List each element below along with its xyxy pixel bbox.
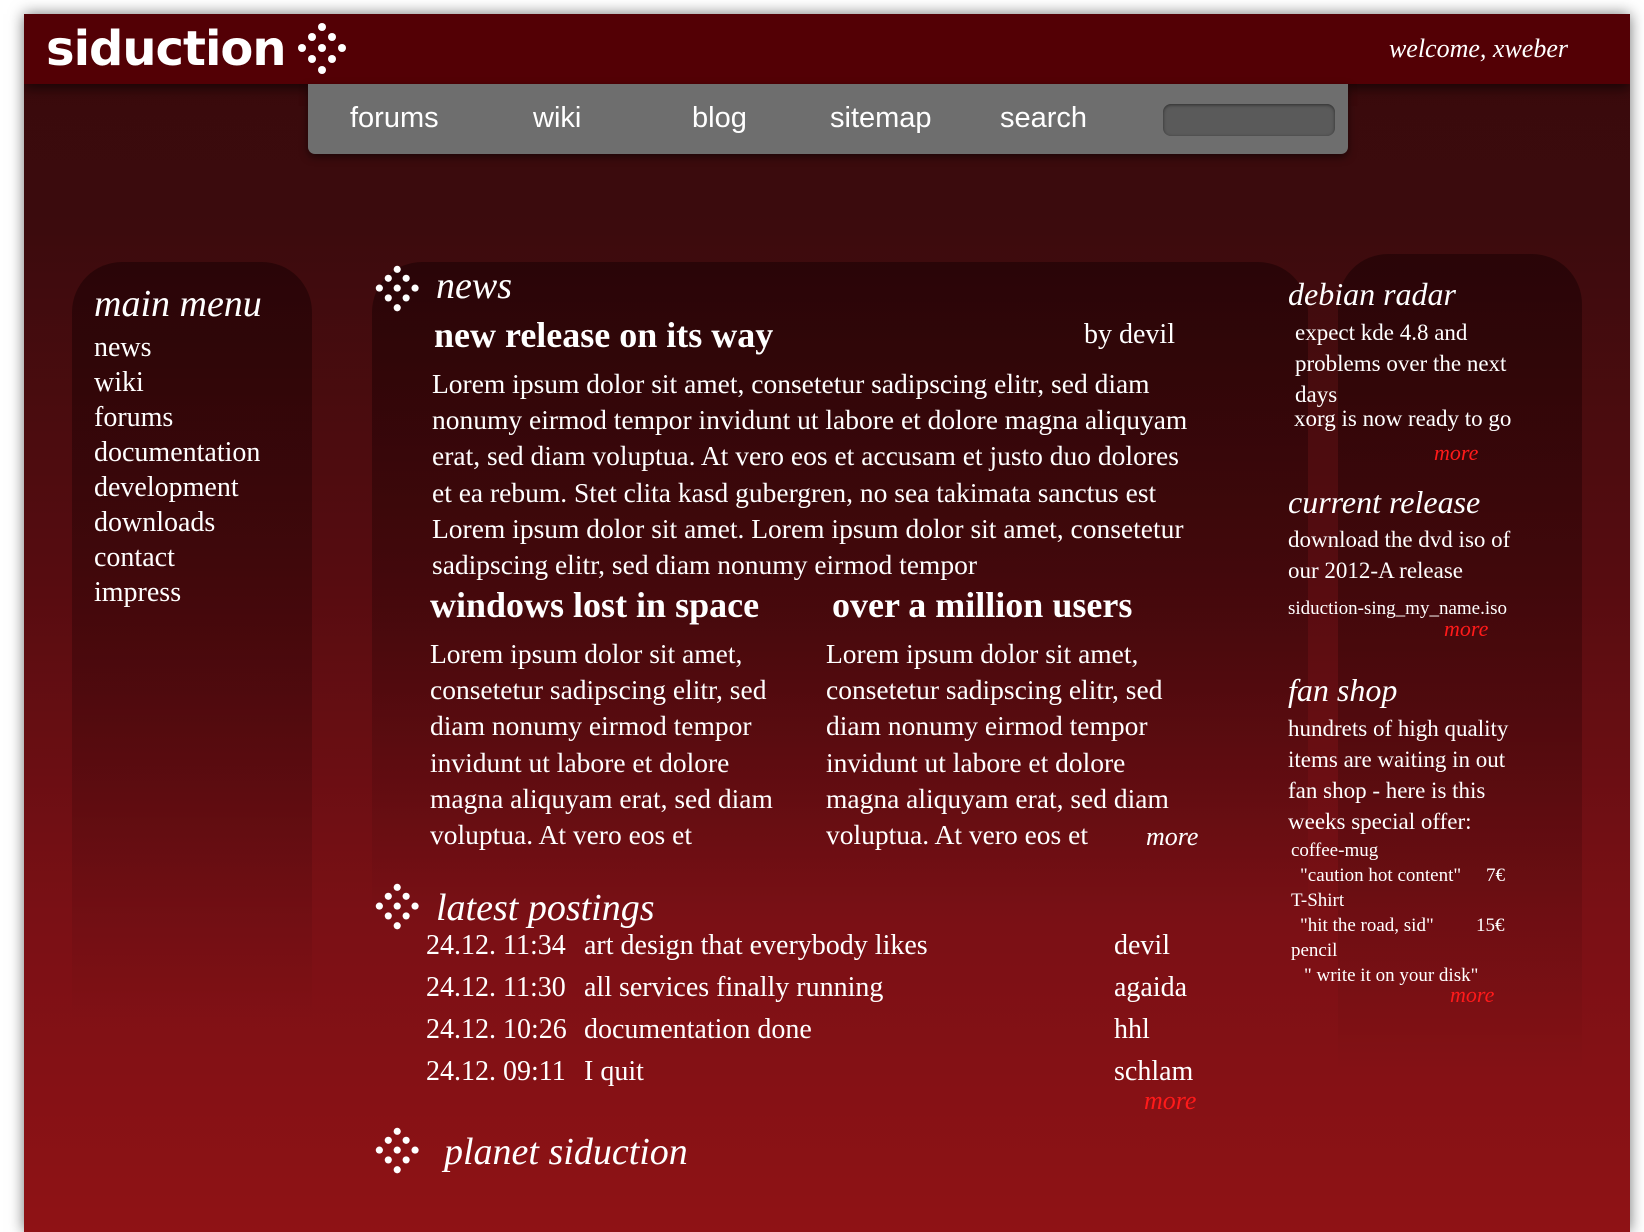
postings-more-link[interactable]: more [1144, 1086, 1196, 1116]
shop-item-price: 7€ [1486, 865, 1505, 886]
shop-item-name[interactable]: T-Shirt [1291, 890, 1344, 912]
shop-title: fan shop [1288, 672, 1398, 708]
main-menu-title: main menu [94, 283, 262, 325]
posting-subject[interactable]: art design that everybody likes [584, 930, 928, 962]
posting-author[interactable]: devil [1114, 930, 1170, 962]
news-col2-body: Lorem ipsum dolor sit amet, consetetur s… [826, 638, 1169, 851]
shop-item-name[interactable]: pencil [1291, 940, 1337, 962]
planet-title: planet siduction [444, 1131, 688, 1173]
radar-more-link[interactable]: more [1434, 440, 1478, 466]
shop-item-price: 15€ [1476, 915, 1505, 936]
menu-item-documentation[interactable]: documentation [94, 437, 260, 469]
release-more-link[interactable]: more [1444, 616, 1488, 642]
nav-search[interactable]: search [1000, 102, 1087, 135]
posting-time: 24.12. 11:30 [426, 972, 566, 1003]
radar-title: debian radar [1288, 276, 1456, 312]
news-title: news [436, 265, 512, 307]
menu-item-downloads[interactable]: downloads [94, 507, 215, 539]
radar-item: expect kde 4.8 and problems over the nex… [1295, 320, 1507, 407]
news-dots-icon [375, 265, 419, 312]
search-input[interactable] [1163, 104, 1335, 136]
news-col1-body: Lorem ipsum dolor sit amet, consetetur s… [430, 638, 773, 851]
shop-more-link[interactable]: more [1450, 982, 1494, 1008]
menu-item-wiki[interactable]: wiki [94, 367, 144, 399]
news-more-link[interactable]: more [1146, 822, 1198, 852]
planet-dots-icon [375, 1127, 419, 1174]
menu-item-contact[interactable]: contact [94, 542, 175, 574]
posting-subject[interactable]: documentation done [584, 1014, 812, 1046]
logo-text: siduction [46, 21, 287, 77]
posting-time: 24.12. 11:34 [426, 930, 566, 961]
release-text: download the dvd iso of our 2012-A relea… [1288, 527, 1511, 583]
nav-forums[interactable]: forums [350, 102, 439, 135]
page: siduction welcome, xweber forums wiki bl… [24, 14, 1630, 1232]
postings-dots-icon [375, 883, 419, 930]
site-logo[interactable]: siduction [46, 14, 352, 84]
posting-author[interactable]: hhl [1114, 1014, 1150, 1046]
posting-author[interactable]: agaida [1114, 972, 1187, 1004]
radar-item: xorg is now ready to go [1294, 406, 1512, 431]
posting-time: 24.12. 10:26 [426, 1014, 567, 1045]
nav-blog[interactable]: blog [692, 102, 747, 135]
news-col1-headline[interactable]: windows lost in space [430, 584, 759, 626]
posting-time: 24.12. 09:11 [426, 1056, 566, 1087]
release-title: current release [1288, 484, 1481, 520]
posting-subject[interactable]: I quit [584, 1056, 644, 1088]
menu-item-news[interactable]: news [94, 332, 152, 364]
news-headline[interactable]: new release on its way [434, 314, 773, 356]
news-body: Lorem ipsum dolor sit amet, consetetur s… [432, 368, 1188, 581]
header-bar: siduction welcome, xweber [24, 14, 1630, 84]
menu-item-impress[interactable]: impress [94, 577, 181, 609]
nav-wiki[interactable]: wiki [533, 102, 581, 135]
menu-item-forums[interactable]: forums [94, 402, 173, 434]
news-col2-headline[interactable]: over a million users [832, 584, 1132, 626]
welcome-text: welcome, xweber [1388, 34, 1568, 63]
menu-item-development[interactable]: development [94, 472, 239, 504]
shop-item-desc: "hit the road, sid" [1300, 915, 1434, 936]
news-byline: by devil [1084, 319, 1175, 350]
posting-subject[interactable]: all services finally running [584, 972, 883, 1004]
nav-sitemap[interactable]: sitemap [830, 102, 932, 135]
logo-dots-icon [297, 23, 346, 74]
shop-item-name[interactable]: coffee-mug [1291, 840, 1378, 862]
postings-title: latest postings [436, 887, 655, 929]
nav-bar: forums wiki blog sitemap search [308, 84, 1348, 154]
shop-item-desc: "caution hot content" [1300, 865, 1462, 886]
posting-author[interactable]: schlam [1114, 1056, 1193, 1088]
shop-text: hundrets of high quality items are waiti… [1288, 716, 1509, 834]
